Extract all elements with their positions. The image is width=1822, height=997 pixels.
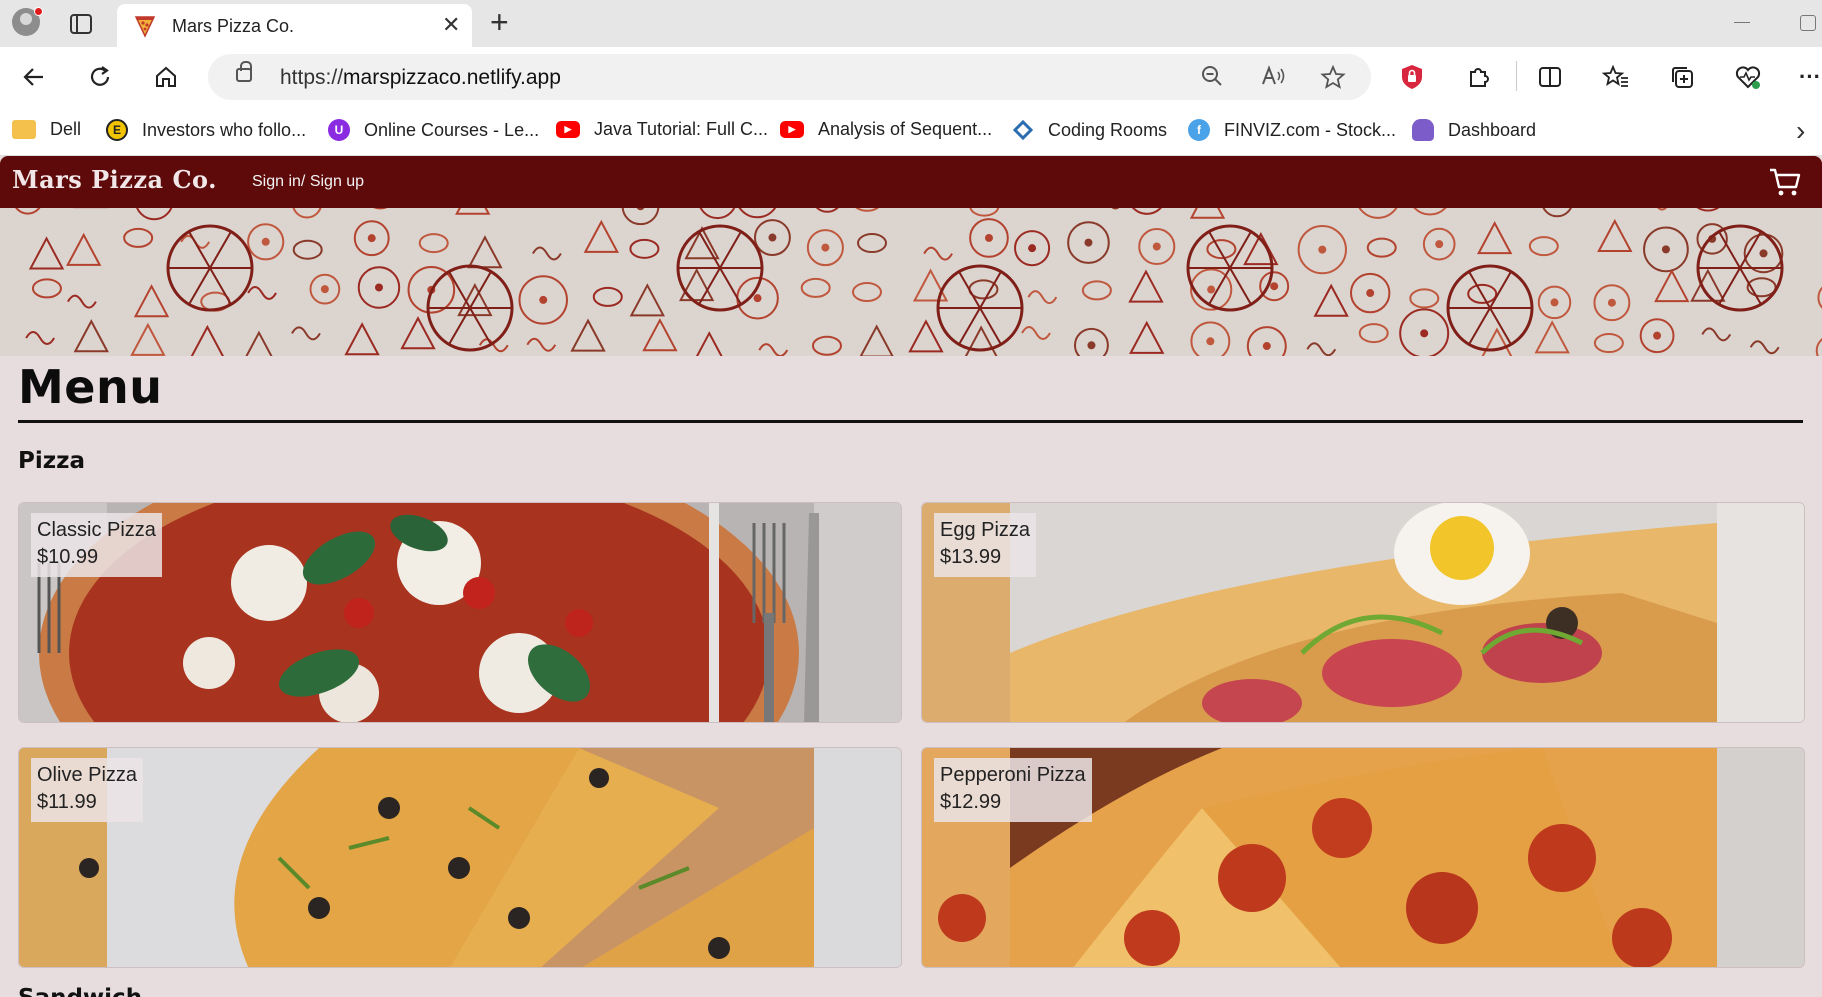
address-bar[interactable]: https://marspizzaco.netlify.app bbox=[208, 54, 1371, 100]
reload-icon[interactable] bbox=[84, 61, 116, 93]
browser-toolbar: https://marspizzaco.netlify.app ··· bbox=[0, 47, 1822, 107]
folder-icon bbox=[12, 120, 36, 139]
zoom-out-icon[interactable] bbox=[1200, 64, 1224, 95]
site-logo[interactable]: Mars Pizza Co. bbox=[12, 165, 217, 194]
menu-card-olive-pizza[interactable]: Olive Pizza $11.99 bbox=[18, 747, 902, 968]
item-name: Classic Pizza bbox=[37, 519, 156, 541]
bookmark-label: Coding Rooms bbox=[1048, 119, 1168, 140]
item-price: $12.99 bbox=[940, 791, 1002, 813]
bookmark-label: Analysis of Sequent... bbox=[818, 119, 993, 139]
section-title-sandwich: Sandwich bbox=[18, 985, 142, 997]
udemy-icon: U bbox=[328, 119, 350, 141]
menu-card-pepperoni-pizza[interactable]: Pepperoni Pizza $12.99 bbox=[921, 747, 1805, 968]
coding-rooms-icon bbox=[1012, 119, 1034, 141]
bookmark-label: Dashboard bbox=[1448, 119, 1537, 140]
bookmarks-bar: Dell E Investors who follo... U Online C… bbox=[0, 107, 1822, 156]
e-logo-icon: E bbox=[106, 119, 128, 141]
url-text[interactable]: https://marspizzaco.netlify.app bbox=[280, 66, 561, 90]
bookmark-dell[interactable]: Dell bbox=[12, 119, 81, 140]
cart-icon[interactable] bbox=[1768, 166, 1802, 198]
item-price: $10.99 bbox=[37, 546, 99, 568]
bookmark-label: Investors who follo... bbox=[142, 119, 307, 140]
item-name: Pepperoni Pizza bbox=[940, 764, 1086, 786]
back-icon[interactable] bbox=[18, 61, 50, 93]
finviz-icon: f bbox=[1188, 119, 1210, 141]
bookmark-label: FINVIZ.com - Stock... bbox=[1224, 119, 1397, 140]
bookmark-investors[interactable]: E Investors who follo... bbox=[106, 119, 306, 141]
extensions-icon[interactable] bbox=[1462, 61, 1494, 93]
favorite-star-icon[interactable] bbox=[1320, 64, 1346, 97]
pizza-pattern-banner bbox=[0, 208, 1822, 356]
item-price: $13.99 bbox=[940, 546, 1002, 568]
minimize-icon[interactable] bbox=[1734, 22, 1750, 23]
collections-icon[interactable] bbox=[1666, 61, 1698, 93]
new-tab-icon[interactable]: + bbox=[490, 4, 509, 41]
bookmark-online-courses[interactable]: U Online Courses - Le... bbox=[328, 119, 539, 141]
bookmark-java-tutorial[interactable]: ▶ Java Tutorial: Full C... bbox=[556, 119, 768, 140]
tab-actions-icon[interactable] bbox=[70, 14, 92, 34]
pizza-favicon-icon bbox=[134, 16, 156, 38]
url-host: marspizzaco.netlify.app bbox=[343, 66, 561, 89]
signin-link[interactable]: Sign in/ Sign up bbox=[252, 173, 364, 191]
card-label: Egg Pizza $13.99 bbox=[934, 513, 1037, 577]
favorites-icon[interactable] bbox=[1600, 61, 1632, 93]
menu-card-egg-pizza[interactable]: Egg Pizza $13.99 bbox=[921, 502, 1805, 723]
egg-pizza-image bbox=[922, 503, 1804, 722]
card-label: Classic Pizza $10.99 bbox=[31, 513, 162, 577]
youtube-icon: ▶ bbox=[556, 121, 580, 138]
tab-title: Mars Pizza Co. bbox=[172, 16, 295, 36]
bookmark-finviz[interactable]: f FINVIZ.com - Stock... bbox=[1188, 119, 1396, 141]
card-label: Olive Pizza $11.99 bbox=[31, 758, 144, 822]
olive-pizza-image bbox=[19, 748, 901, 967]
maximize-icon[interactable] bbox=[1800, 15, 1816, 31]
notification-dot bbox=[34, 7, 43, 16]
site-header: Mars Pizza Co. Sign in/ Sign up bbox=[0, 156, 1822, 208]
tab-close-icon[interactable]: ✕ bbox=[442, 12, 460, 38]
menu-divider bbox=[18, 420, 1803, 423]
card-label: Pepperoni Pizza $12.99 bbox=[934, 758, 1092, 822]
bookmark-label: Java Tutorial: Full C... bbox=[594, 119, 769, 139]
active-tab[interactable]: Mars Pizza Co. ✕ bbox=[117, 4, 472, 47]
browser-tabstrip: Mars Pizza Co. ✕ + bbox=[0, 0, 1822, 47]
bookmark-dashboard[interactable]: Dashboard bbox=[1412, 119, 1536, 141]
home-icon[interactable] bbox=[150, 61, 182, 93]
dashboard-icon bbox=[1412, 119, 1434, 141]
split-screen-icon[interactable] bbox=[1534, 61, 1566, 93]
menu-heading: Menu bbox=[18, 360, 163, 414]
chevron-right-icon[interactable]: › bbox=[1796, 115, 1805, 147]
bookmark-label: Dell bbox=[50, 119, 82, 139]
performance-icon[interactable] bbox=[1732, 61, 1764, 93]
url-scheme: https:// bbox=[280, 66, 344, 89]
section-title-pizza: Pizza bbox=[18, 448, 86, 474]
lock-icon[interactable] bbox=[236, 61, 252, 82]
item-name: Olive Pizza bbox=[37, 764, 138, 786]
menu-card-classic-pizza[interactable]: Classic Pizza $10.99 bbox=[18, 502, 902, 723]
toolbar-separator bbox=[1516, 61, 1517, 91]
pizza-doodle-pattern bbox=[15, 208, 1822, 356]
shield-extension-icon[interactable] bbox=[1396, 61, 1428, 93]
read-aloud-icon[interactable] bbox=[1260, 64, 1286, 95]
item-name: Egg Pizza bbox=[940, 519, 1031, 541]
youtube-icon: ▶ bbox=[780, 121, 804, 138]
more-options-icon[interactable]: ··· bbox=[1794, 61, 1822, 93]
item-price: $11.99 bbox=[37, 791, 97, 813]
bookmark-label: Online Courses - Le... bbox=[364, 119, 540, 140]
bookmark-analysis[interactable]: ▶ Analysis of Sequent... bbox=[780, 119, 992, 140]
bookmark-coding-rooms[interactable]: Coding Rooms bbox=[1012, 119, 1167, 141]
